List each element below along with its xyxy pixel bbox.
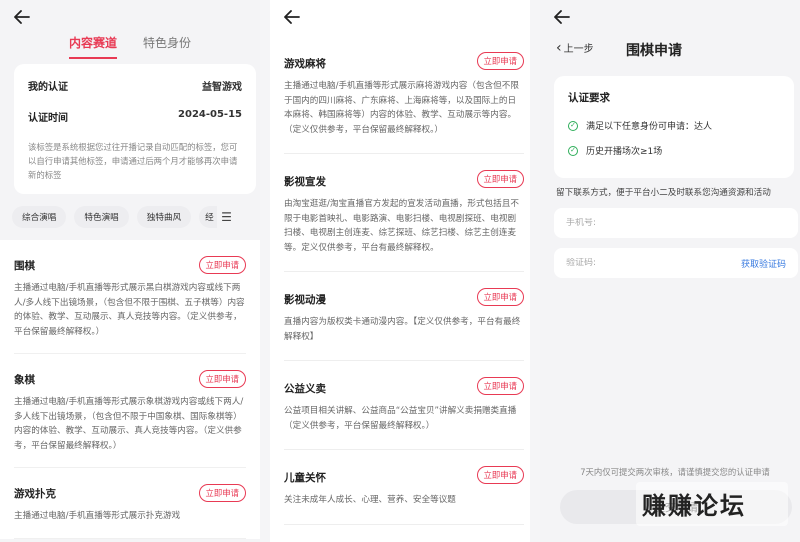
page-title: 围棋申请 [626,43,682,59]
tab-content-track[interactable]: 内容赛道 [68,34,117,59]
item-desc: 主播通过电脑/手机直播等形式展示黑白棋游戏内容或线下两人/多人线下出镜场景，（包… [14,283,245,337]
requirements-card: 认证要求 ✓ 满足以下任意身份可申请：达人 ✓ 历史开播场次≥1场 [554,76,794,178]
check-circle-icon: ✓ [568,120,578,131]
requirement-text: 满足以下任意身份可申请：达人 [586,122,713,132]
back-arrow-icon[interactable] [14,10,30,24]
list-item: 游戏扑克 主播通过电脑/手机直播等形式展示扑克游戏 立即申请 [14,468,246,539]
requirement-item: ✓ 满足以下任意身份可申请：达人 [568,119,780,132]
cert-row-time: 认证时间 2024-05-15 [28,109,242,124]
list-item: 象棋 主播通过电脑/手机直播等形式展示象棋游戏内容或线下两人/多人线下出镜场景，… [14,354,246,468]
apply-button[interactable]: 立即申请 [476,170,524,188]
requirement-text: 历史开播场次≥1场 [586,147,663,157]
list-item: 影视宣发 由淘宝逛逛/淘宝直播官方发起的宣发活动直播，形式包括且不限于电影首映礼… [284,154,524,272]
watermark-logo: 赚赚论坛 [642,492,746,520]
back-arrow-icon[interactable] [284,10,300,24]
phone-field[interactable] [554,208,798,238]
item-desc: 公益项目相关讲解、公益商品“公益宝贝”讲解义卖捐赠类直播（定义供参考，平台保留最… [284,406,517,431]
cert-time-label: 认证时间 [28,113,68,124]
list-item: 游戏麻将 主播通过电脑/手机直播等形式展示麻将游戏内容（包含但不限于国内的四川麻… [284,36,524,154]
contact-hint: 留下联系方式，便于平台小二及时联系您沟通资源和活动 [556,188,771,198]
item-desc: 主播通过电脑/手机直播等形式展示象棋游戏内容或线下两人/多人线下出镜场景，（包含… [14,397,244,451]
chip-comprehensive-singing[interactable]: 综合演唱 [12,206,67,228]
item-desc: 主播通过电脑/手机直播等形式展示麻将游戏内容（包含但不限于国内的四川麻将、广东麻… [284,81,519,135]
apply-button[interactable]: 立即申请 [198,256,246,274]
tab-bar: 内容赛道 特色身份 [0,34,260,59]
category-chips: 综合演唱 特色演唱 独特曲风 经 ☰ [12,206,260,228]
previous-step-link[interactable]: ‹ 上一步 [556,39,594,56]
screenshot-stage: 内容赛道 特色身份 我的认证 益智游戏 认证时间 2024-05-15 该标签是… [0,0,800,542]
requirements-heading: 认证要求 [568,92,610,104]
list-item: 围棋 主播通过电脑/手机直播等形式展示黑白棋游戏内容或线下两人/多人线下出镜场景… [14,240,246,354]
apply-button[interactable]: 立即申请 [476,52,524,70]
code-field[interactable]: 获取验证码 [554,248,798,278]
chip-truncated[interactable]: 经 [199,206,218,228]
panel-application-form: ‹ 上一步 围棋申请 认证要求 ✓ 满足以下任意身份可申请：达人 ✓ 历史开播场… [540,0,800,542]
list-item: 影视动漫 直播内容为版权类卡通动漫内容。【定义仅供参考，平台有最终解释权】 立即… [284,272,524,361]
cert-time-value: 2024-05-15 [178,109,242,120]
my-cert-value: 益智游戏 [202,82,242,93]
chip-unique-style[interactable]: 独特曲风 [136,206,192,228]
item-desc: 直播内容为版权类卡通动漫内容。【定义仅供参考，平台有最终解释权】 [284,317,521,342]
verification-code-input[interactable] [566,258,686,268]
panel-content-track: 内容赛道 特色身份 我的认证 益智游戏 认证时间 2024-05-15 该标签是… [0,0,260,542]
requirement-item: ✓ 历史开播场次≥1场 [568,144,780,157]
apply-button[interactable]: 立即申请 [198,370,246,388]
chevron-left-icon: ‹ [556,39,562,56]
item-desc: 主播通过电脑/手机直播等形式展示扑克游戏 [14,511,181,521]
item-desc: 关注未成年人成长、心理、营养、安全等议题 [284,495,456,505]
menu-icon[interactable]: ☰ [221,210,232,224]
chip-featured-singing[interactable]: 特色演唱 [74,206,129,228]
apply-button[interactable]: 立即申请 [476,466,524,484]
item-desc: 由淘宝逛逛/淘宝直播官方发起的宣发活动直播，形式包括且不限于电影首映礼、电影路演… [284,199,519,253]
get-code-link[interactable]: 获取验证码 [741,257,786,270]
tab-special-identity[interactable]: 特色身份 [143,34,191,59]
apply-button[interactable]: 立即申请 [198,484,246,502]
panel-track-list-continued: 游戏麻将 主播通过电脑/手机直播等形式展示麻将游戏内容（包含但不限于国内的四川麻… [270,0,530,542]
back-arrow-icon[interactable] [554,10,570,24]
apply-button[interactable]: 立即申请 [476,288,524,306]
list-item: 儿童关怀 关注未成年人成长、心理、营养、安全等议题 立即申请 [284,450,524,525]
phone-input[interactable] [566,218,686,228]
list-item: 公益义卖 公益项目相关讲解、公益商品“公益宝贝”讲解义卖捐赠类直播（定义供参考，… [284,361,524,450]
cert-card: 我的认证 益智游戏 认证时间 2024-05-15 该标签是系统根据您过往开播记… [14,64,256,194]
cert-note: 该标签是系统根据您过往开播记录自动匹配的标签，您可以自行申请其他标签，申请通过后… [28,142,238,180]
previous-step-label: 上一步 [563,44,594,55]
check-circle-icon: ✓ [568,145,578,156]
track-list: 围棋 主播通过电脑/手机直播等形式展示黑白棋游戏内容或线下两人/多人线下出镜场景… [0,240,260,539]
my-cert-label: 我的认证 [28,82,68,93]
track-list: 游戏麻将 主播通过电脑/手机直播等形式展示麻将游戏内容（包含但不限于国内的四川麻… [284,36,524,525]
submission-limit-note: 7天内仅可提交两次审核，请谨慎提交您的认证申请 [580,467,770,477]
apply-button[interactable]: 立即申请 [476,377,524,395]
cert-row-category: 我的认证 益智游戏 [28,78,242,93]
